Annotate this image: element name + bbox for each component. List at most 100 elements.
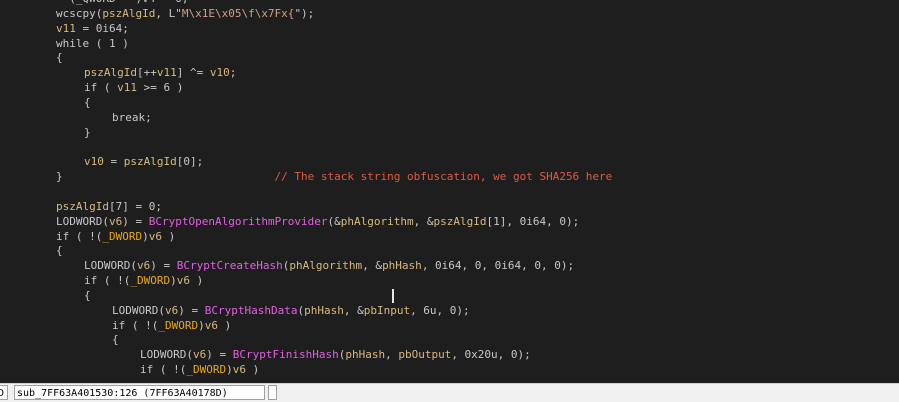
code-line[interactable]: while ( 1 ) [0, 37, 612, 52]
code-token-var[interactable]: pbInput [364, 304, 410, 317]
code-token-plain: if ( !( [56, 229, 103, 243]
code-token-kw: if ( [84, 81, 118, 95]
code-token-plain: { [84, 95, 91, 109]
code-line[interactable]: } // The stack string obfuscation, we go… [0, 170, 612, 185]
status-left-fragment: D [0, 385, 8, 400]
code-line[interactable]: pszAlgId[7] = 0; [0, 200, 612, 215]
code-line[interactable]: v11 = 0i64; [0, 22, 612, 37]
code-token-plain: ; [229, 66, 237, 80]
code-token-var[interactable]: phHash [382, 259, 422, 272]
code-token-var[interactable]: v6 [149, 230, 162, 243]
code-line[interactable]: } [0, 126, 612, 141]
code-token-plain: [0]; [176, 155, 204, 169]
code-line[interactable]: v10 = pszAlgId[0]; [0, 155, 612, 170]
code-line[interactable]: if ( v11 >= 6 ) [0, 81, 612, 96]
code-token-var[interactable]: v6 [109, 215, 122, 228]
code-line[interactable]: if ( !(_DWORD)v6 ) [0, 230, 612, 245]
code-line[interactable]: { [0, 333, 612, 348]
code-line[interactable]: LODWORD(v6) = BCryptHashData(phHash, &pb… [0, 304, 612, 319]
pseudocode-view[interactable]: **(_QWORD **)v4 = 0;wcscpy(pszAlgId, L"M… [0, 0, 612, 378]
code-token-var[interactable]: phHash [345, 348, 385, 361]
code-token-plain: if ( !( [84, 274, 131, 288]
code-line[interactable]: { [0, 289, 612, 304]
code-token-plain: [++ [136, 66, 157, 80]
code-line[interactable]: LODWORD(v6) = BCryptOpenAlgorithmProvide… [0, 215, 612, 230]
code-line[interactable]: pszAlgId[++v11] ^= v10; [0, 66, 612, 81]
code-token-plain: >= 6 ) [137, 81, 184, 95]
code-token-var[interactable]: phHash [304, 304, 344, 317]
code-line[interactable] [0, 140, 612, 155]
code-line[interactable]: LODWORD(v6) = BCryptCreateHash(phAlgorit… [0, 259, 612, 274]
code-token-func[interactable]: BCryptCreateHash [177, 259, 283, 272]
code-token-func[interactable]: BCryptHashData [205, 304, 298, 317]
code-line[interactable]: wcscpy(pszAlgId, L"M\x1E\x05\f\x7Fx{"); [0, 7, 612, 22]
code-token-plain: { [56, 244, 63, 258]
code-line[interactable]: if ( !(_DWORD)v6 ) [0, 319, 612, 334]
code-token-var[interactable]: v6 [233, 363, 246, 376]
code-token-plain: ) = [150, 259, 177, 273]
code-token-var[interactable]: v6 [205, 319, 218, 332]
code-line[interactable]: **(_QWORD **)v4 = 0; [0, 0, 612, 7]
code-line[interactable]: break; [0, 111, 612, 126]
code-token-plain: ) [170, 274, 177, 288]
code-token-var[interactable]: pszAlgId [434, 215, 487, 228]
code-token-var[interactable]: v6 [177, 274, 190, 287]
code-line[interactable]: { [0, 51, 612, 66]
code-token-plain: LODWORD( [84, 259, 137, 273]
code-line[interactable]: LODWORD(v6) = BCryptFinishHash(phHash, p… [0, 348, 612, 363]
code-line[interactable]: { [0, 96, 612, 111]
code-token-strc: M\x1E\x05\f\x7Fx{ [181, 6, 295, 20]
code-token-plain: , 0i64, 0, 0i64, 0, 0); [421, 259, 575, 273]
code-token-var[interactable]: v6 [193, 348, 206, 361]
code-token-var[interactable]: v11 [157, 66, 177, 79]
code-token-var[interactable]: pszAlgId [102, 7, 155, 20]
code-token-var[interactable]: phAlgorithm [341, 215, 414, 228]
code-token-type: _DWORD [186, 363, 227, 377]
code-token-plain: if ( !( [140, 363, 187, 377]
text-cursor [392, 289, 394, 303]
code-token-type: _DWORD [158, 318, 199, 332]
code-token-func[interactable]: BCryptOpenAlgorithmProvider [149, 215, 328, 228]
code-line[interactable]: if ( !(_DWORD)v6 ) [0, 274, 612, 289]
pseudocode-editor[interactable]: **(_QWORD **)v4 = 0;wcscpy(pszAlgId, L"M… [0, 0, 899, 383]
code-line[interactable]: if ( !(_DWORD)v6 ) [0, 363, 612, 378]
code-line[interactable]: { [0, 244, 612, 259]
code-token-plain: "); [294, 6, 315, 20]
code-token-plain: = [103, 155, 124, 169]
code-token-var[interactable]: v10 [84, 155, 104, 168]
code-token-type: _DWORD [102, 229, 143, 243]
code-token-var[interactable]: v11 [117, 81, 137, 94]
code-token-var[interactable]: v11 [56, 22, 76, 35]
code-token-var[interactable]: pszAlgId [56, 200, 109, 213]
code-token-var[interactable]: pszAlgId [124, 155, 177, 168]
code-token-var[interactable]: v6 [137, 259, 150, 272]
code-token-var[interactable]: pbOutput [398, 348, 451, 361]
code-token-plain: ) = [122, 214, 149, 228]
code-token-plain: , & [362, 259, 383, 273]
code-line[interactable] [0, 185, 612, 200]
status-location: sub_7FF63A401530:126 (7FF63A40178D) [14, 385, 265, 400]
code-token-plain: LODWORD( [112, 303, 165, 317]
code-token-var[interactable]: phAlgorithm [289, 259, 362, 272]
code-token-plain: } [84, 125, 91, 139]
code-token-kw: break; [112, 110, 152, 124]
code-token-var[interactable]: pszAlgId [84, 66, 137, 79]
code-token-plain: LODWORD( [140, 348, 193, 362]
code-token-plain: ) [245, 363, 260, 377]
code-token-plain: ] ^= [176, 66, 210, 80]
code-token-var[interactable]: v6 [165, 304, 178, 317]
code-token-plain: ) = [178, 303, 205, 317]
code-token-func[interactable]: BCryptFinishHash [233, 348, 339, 361]
code-token-plain: = 0i64; [75, 21, 129, 35]
code-token-type: _DWORD [130, 274, 171, 288]
code-token-plain: ) [217, 318, 232, 332]
code-token-plain: ) [189, 274, 204, 288]
code-token-plain: wcscpy( [56, 6, 103, 20]
code-token-plain: ) [198, 318, 205, 332]
code-token-kw: while ( 1 ) [56, 36, 129, 50]
code-token-plain: { [56, 51, 63, 65]
code-token-var[interactable]: v10 [210, 66, 230, 79]
code-token-plain: , & [413, 214, 434, 228]
code-token-plain: [7] = 0; [108, 199, 162, 213]
